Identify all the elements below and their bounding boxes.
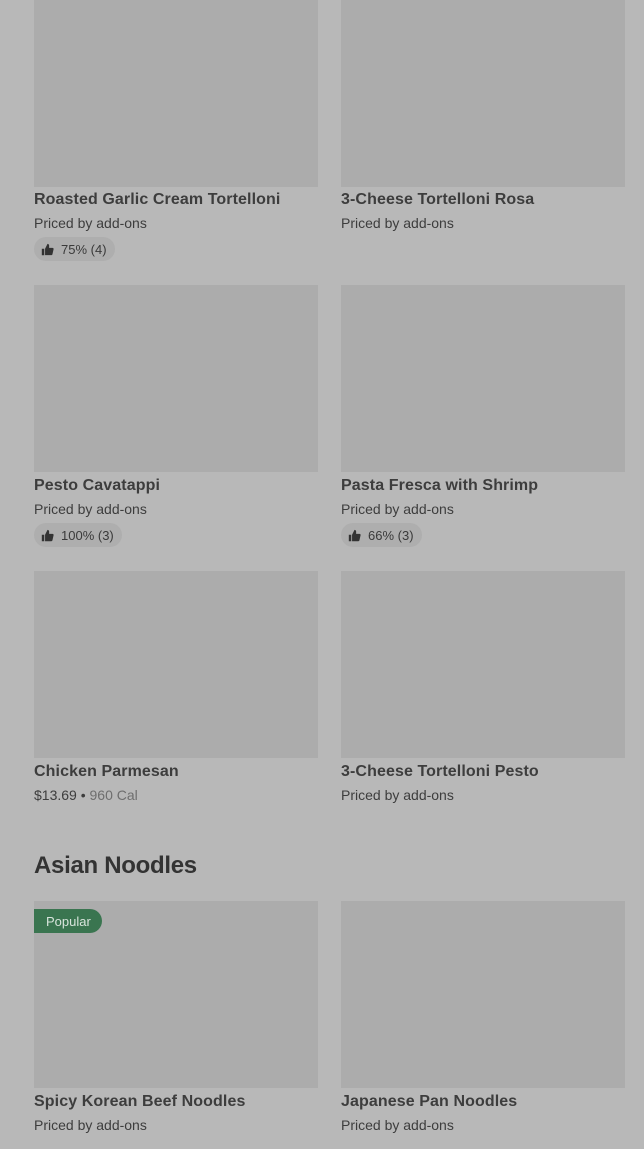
item-name: Chicken Parmesan (34, 763, 179, 780)
rating-text: 75% (4) (61, 241, 107, 257)
item-image[interactable] (341, 0, 625, 187)
calories: 960 Cal (89, 787, 138, 803)
item-image[interactable] (341, 901, 625, 1088)
thumbs-up-icon (348, 529, 361, 541)
item-image[interactable] (34, 285, 318, 472)
item-price: Priced by add-ons (341, 1117, 454, 1133)
item-name: Pasta Fresca with Shrimp (341, 477, 539, 494)
menu-page: Roasted Garlic Cream Tortelloni Priced b… (0, 0, 644, 1149)
item-price: Priced by add-ons (341, 501, 454, 517)
item-price: Priced by add-ons (341, 787, 454, 803)
rating-text: 100% (3) (61, 527, 114, 543)
thumbs-up-icon (41, 243, 54, 255)
item-name: 3-Cheese Tortelloni Pesto (341, 763, 539, 780)
thumbs-up-icon (41, 529, 54, 541)
rating-pill: 75% (4) (34, 237, 115, 261)
item-price: Priced by add-ons (34, 215, 147, 231)
price-value: $13.69 (34, 787, 77, 803)
item-name: Spicy Korean Beef Noodles (34, 1093, 246, 1110)
item-name: 3-Cheese Tortelloni Rosa (341, 191, 535, 208)
item-image[interactable] (34, 0, 318, 187)
item-name: Pesto Cavatappi (34, 477, 160, 494)
item-price: $13.69 • 960 Cal (34, 787, 138, 803)
item-image[interactable] (34, 571, 318, 758)
item-price: Priced by add-ons (34, 501, 147, 517)
price-separator: • (76, 787, 90, 803)
rating-pill: 100% (3) (34, 523, 122, 547)
item-image[interactable] (341, 571, 625, 758)
item-price: Priced by add-ons (341, 215, 454, 231)
item-image[interactable] (341, 285, 625, 472)
rating-pill: 66% (3) (341, 523, 422, 547)
item-name: Roasted Garlic Cream Tortelloni (34, 191, 281, 208)
item-price: Priced by add-ons (34, 1117, 147, 1133)
item-name: Japanese Pan Noodles (341, 1093, 518, 1110)
popular-badge: Popular (34, 909, 102, 933)
section-title: Asian Noodles (34, 852, 197, 879)
rating-text: 66% (3) (368, 527, 414, 543)
